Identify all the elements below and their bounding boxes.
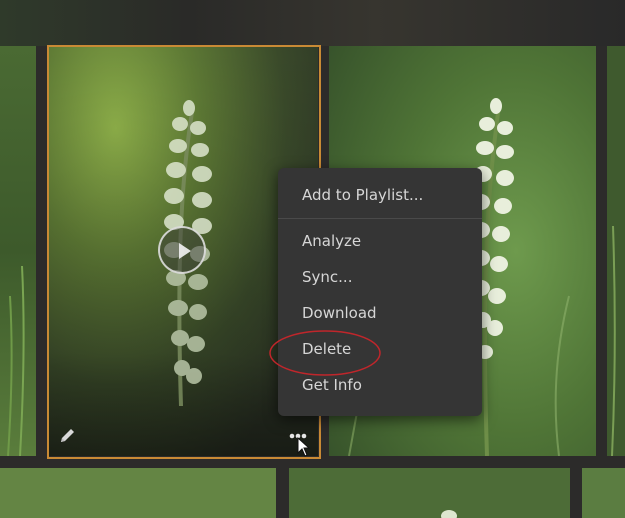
menu-item-delete[interactable]: Delete	[278, 331, 482, 367]
more-options-icon[interactable]	[287, 428, 309, 442]
menu-separator	[278, 218, 482, 219]
top-thumbnail-row	[0, 0, 625, 46]
thumbnail-bottom-3[interactable]	[582, 468, 625, 518]
menu-item-download[interactable]: Download	[278, 295, 482, 331]
thumbnail-bottom-2[interactable]	[289, 468, 570, 518]
menu-item-add-to-playlist[interactable]: Add to Playlist...	[278, 176, 482, 214]
context-menu: Add to Playlist... Analyze Sync... Downl…	[278, 168, 482, 416]
thumbnail-left-partial[interactable]	[0, 46, 36, 456]
thumbnail-bottom-1[interactable]	[0, 468, 276, 518]
menu-item-get-info[interactable]: Get Info	[278, 367, 482, 403]
pencil-icon[interactable]	[58, 425, 78, 445]
play-icon[interactable]	[158, 226, 206, 274]
photo-grid: Add to Playlist... Analyze Sync... Downl…	[0, 0, 625, 518]
menu-item-sync[interactable]: Sync...	[278, 259, 482, 295]
menu-item-analyze[interactable]: Analyze	[278, 223, 482, 259]
thumbnail-far-right-partial[interactable]	[607, 46, 625, 456]
